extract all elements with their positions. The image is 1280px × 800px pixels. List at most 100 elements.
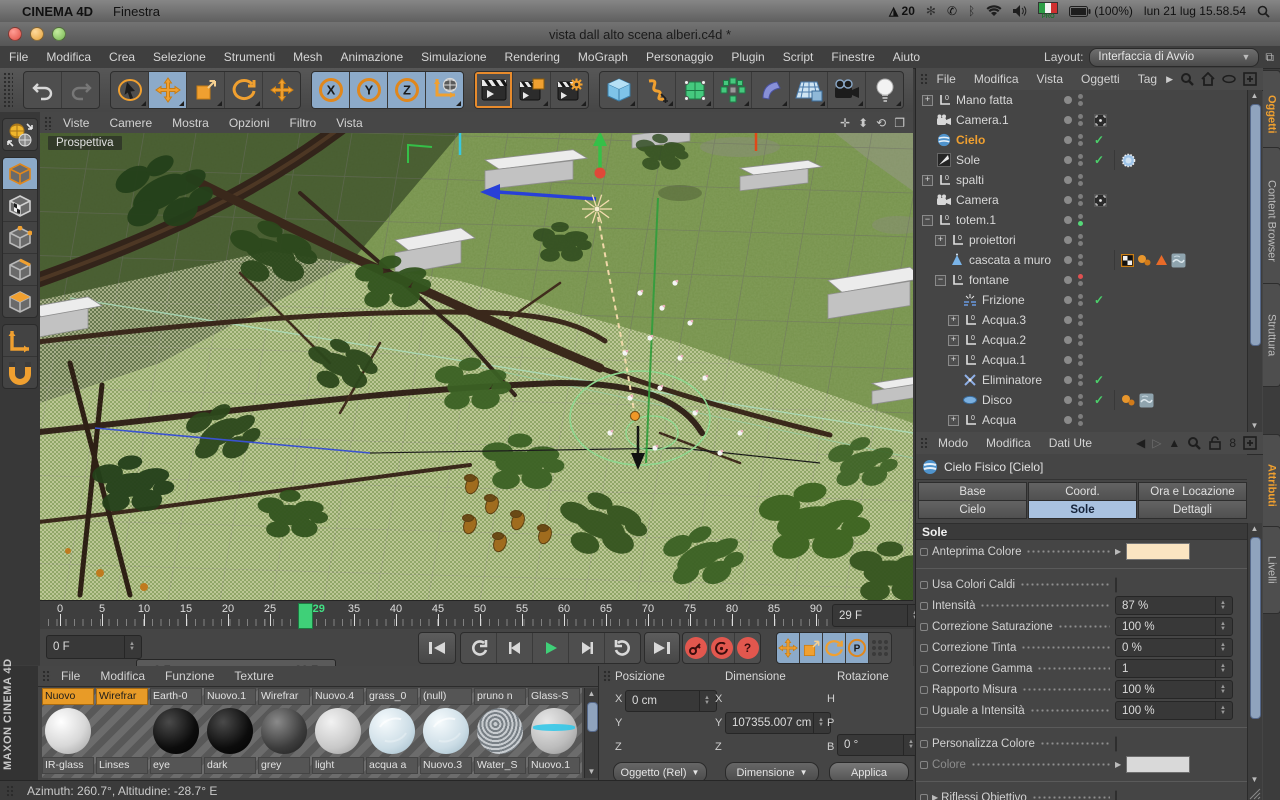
menubar-clock[interactable]: lun 21 lug 15.58.54 (1144, 4, 1246, 18)
object-name[interactable]: Eliminatore (982, 373, 1042, 387)
window-expand-icon[interactable]: ⧉ (1265, 50, 1274, 65)
object-scrollbar[interactable]: ▲ ▼ (1247, 90, 1262, 432)
attr-menu-modo[interactable]: Modo (929, 436, 977, 450)
expand-icon[interactable]: + (935, 235, 946, 246)
visibility-toggles[interactable] (1064, 194, 1083, 206)
expander-icon[interactable]: ▶ (932, 793, 938, 800)
triangle-tag[interactable] (1155, 254, 1168, 266)
anim-track-box[interactable] (920, 707, 928, 715)
render-dot[interactable] (1078, 381, 1083, 386)
menu-finestre[interactable]: Finestre (822, 50, 883, 64)
polygons-mode-button[interactable] (3, 286, 37, 317)
anim-track-box[interactable] (920, 686, 928, 694)
object-menu-grip[interactable] (920, 73, 928, 86)
attr-search-icon[interactable] (1187, 436, 1201, 450)
render-dot[interactable] (1078, 321, 1083, 326)
object-row[interactable]: Eliminatore✓ (916, 370, 1247, 390)
visibility-toggles[interactable] (1064, 94, 1083, 106)
key-parameter-button[interactable]: P (846, 633, 869, 663)
redo-button[interactable] (62, 72, 99, 108)
coord-field[interactable]: 0 °▲▼ (837, 734, 921, 756)
value-spinner-field[interactable]: 100 %▲▼ (1115, 617, 1233, 636)
water-tag[interactable] (1171, 253, 1186, 268)
edges-mode-button[interactable] (3, 254, 37, 286)
menu-file[interactable]: File (0, 50, 37, 64)
rotate-button[interactable] (225, 72, 263, 108)
render-picture-button[interactable] (513, 72, 551, 108)
render-dot[interactable] (1078, 281, 1083, 286)
editor-render-dots[interactable] (1078, 334, 1083, 346)
expand-icon[interactable]: + (922, 175, 933, 186)
checkbox-toggle[interactable] (1115, 577, 1117, 593)
material-cell[interactable]: light (312, 705, 364, 774)
material-menu-funzione[interactable]: Funzione (155, 669, 224, 683)
material-cell[interactable]: eye (150, 705, 202, 774)
editor-dot[interactable] (1078, 294, 1083, 299)
editor-render-dots[interactable] (1078, 374, 1083, 386)
layer-dot[interactable] (1064, 136, 1072, 144)
anim-track-box[interactable] (920, 602, 928, 610)
color-swatch[interactable] (1126, 543, 1190, 560)
material-thumbnail[interactable] (474, 705, 526, 757)
material-menu-grip[interactable] (42, 670, 51, 683)
object-row[interactable]: +0Acqua.2 (916, 330, 1247, 350)
eye-icon[interactable] (1222, 72, 1236, 86)
material-thumbnail[interactable] (42, 705, 94, 757)
value-spinner-field[interactable]: 87 %▲▼ (1115, 596, 1233, 615)
model-mode-button[interactable] (3, 158, 37, 190)
material-cell[interactable]: Earth-0 (150, 688, 202, 705)
attr-tab-cielo[interactable]: Cielo (918, 500, 1027, 519)
goto-start-button[interactable] (418, 632, 456, 664)
object-row[interactable]: +0spalti (916, 170, 1247, 190)
enabled-check-icon[interactable]: ✓ (1094, 293, 1104, 307)
editor-dot[interactable] (1078, 274, 1083, 279)
menu-selezione[interactable]: Selezione (144, 50, 215, 64)
object-menu-tag[interactable]: Tag (1129, 72, 1166, 86)
attr-tab-ora-e-locazione[interactable]: Ora e Locazione (1138, 482, 1247, 501)
object-row[interactable]: Cielo✓ (916, 130, 1247, 150)
material-thumbnail[interactable] (96, 705, 148, 757)
material-menu-modifica[interactable]: Modifica (90, 669, 155, 683)
object-row[interactable]: −0fontane (916, 270, 1247, 290)
lock-x-button[interactable]: X (312, 72, 350, 108)
record-keyframe-button[interactable] (683, 633, 709, 663)
layout-select[interactable]: Interfaccia di Avvio▼ (1089, 48, 1259, 67)
material-cell[interactable]: Wirefrar (258, 688, 310, 705)
editor-dot[interactable] (1078, 354, 1083, 359)
render-dot[interactable] (1078, 341, 1083, 346)
editor-dot[interactable] (1078, 254, 1083, 259)
editor-render-dots[interactable] (1078, 234, 1083, 246)
visibility-toggles[interactable] (1064, 334, 1083, 346)
viewport-toggle-icon[interactable]: ❐ (894, 116, 905, 130)
water-tag[interactable] (1139, 393, 1154, 408)
visibility-toggles[interactable] (1064, 314, 1083, 326)
material-cell[interactable]: IR-glass (42, 705, 94, 774)
visibility-toggles[interactable] (1064, 274, 1083, 286)
attr-menu-dati-ute[interactable]: Dati Ute (1040, 436, 1101, 450)
object-name[interactable]: Acqua.1 (982, 353, 1026, 367)
object-name[interactable]: Acqua.3 (982, 313, 1026, 327)
editor-render-dots[interactable] (1078, 154, 1083, 166)
editor-render-dots[interactable] (1078, 294, 1083, 306)
object-name[interactable]: fontane (969, 273, 1009, 287)
viewport-3d[interactable]: Prospettiva (40, 133, 913, 601)
next-frame-button[interactable] (569, 633, 605, 663)
viewport-pan-icon[interactable]: ✛ (840, 116, 850, 130)
object-name[interactable]: Cielo (956, 133, 985, 147)
viewport-menu-filtro[interactable]: Filtro (280, 116, 327, 130)
lock-z-button[interactable]: Z (388, 72, 426, 108)
object-row[interactable]: +0Acqua.1 (916, 350, 1247, 370)
visibility-toggles[interactable] (1064, 234, 1083, 246)
render-settings-button[interactable] (551, 72, 588, 108)
object-name[interactable]: Acqua (982, 413, 1016, 427)
add-camera-button[interactable] (828, 72, 866, 108)
object-name[interactable]: spalti (956, 173, 984, 187)
expand-icon[interactable]: + (948, 335, 959, 346)
swirl-status-icon[interactable]: ✻ (926, 4, 936, 18)
object-menu-oggetti[interactable]: Oggetti (1072, 72, 1129, 86)
object-name[interactable]: proiettori (969, 233, 1016, 247)
layer-dot[interactable] (1064, 396, 1072, 404)
side-tab-livelli[interactable]: Livelli (1263, 526, 1280, 615)
layer-dot[interactable] (1064, 236, 1072, 244)
material-thumbnail[interactable] (312, 705, 364, 757)
